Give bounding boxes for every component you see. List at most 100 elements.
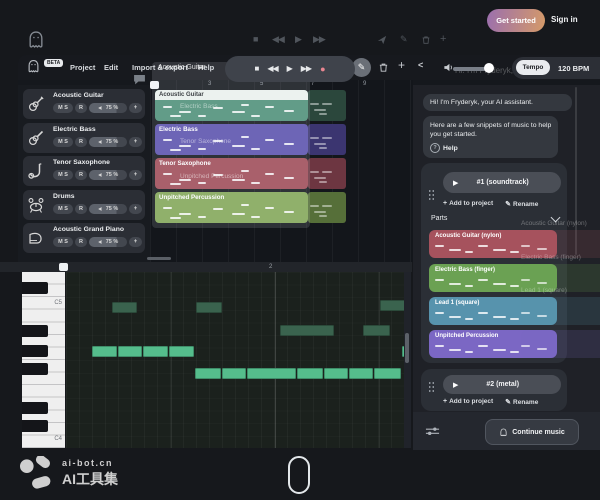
mute-solo-buttons[interactable]: M S [53,170,73,180]
midi-note[interactable] [169,346,194,357]
piano-keys[interactable]: C5C4 [22,272,65,448]
note-dash [465,285,473,287]
black-key[interactable] [22,363,48,375]
add-icon[interactable]: + [440,33,446,45]
stop-icon[interactable]: ■ [253,34,257,44]
black-key[interactable] [22,420,48,432]
midi-note[interactable] [363,325,390,336]
record-arm-button[interactable]: R [75,137,87,147]
track-options-button[interactable]: + [129,237,142,247]
timeline-hscrollbar[interactable] [147,257,171,260]
pin-icon[interactable] [377,35,387,45]
pianoroll-vscrollbar[interactable] [404,272,411,448]
rewind-icon[interactable]: ◀◀ [267,65,277,73]
track-controls: M SR75 %+ [53,103,142,113]
midi-note[interactable] [247,368,296,379]
ghost-part-clip [521,330,600,358]
share-icon[interactable]: < [418,60,423,70]
drag-handle-icon[interactable] [428,189,435,200]
midi-note[interactable] [118,346,142,357]
midi-note[interactable] [195,368,221,379]
black-key[interactable] [22,282,48,294]
pianoroll-grid[interactable] [66,272,404,448]
clip-electric-bass-continued[interactable] [308,124,346,155]
track-acoustic-guitar[interactable]: Acoustic GuitarM SR75 %+ [23,89,145,119]
mute-solo-buttons[interactable]: M S [53,137,73,147]
mute-solo-buttons[interactable]: M S [53,204,73,214]
sign-in-link[interactable]: Sign in [551,15,578,24]
midi-note[interactable] [297,368,323,379]
black-key[interactable] [22,345,48,357]
help-link[interactable]: ? Help [430,143,552,153]
record-arm-button[interactable]: R [75,237,87,247]
menu-project[interactable]: Project [70,63,95,72]
get-started-button[interactable]: Get started [487,9,545,32]
track-options-button[interactable]: + [129,103,142,113]
clip-unpitched-percussion-continued[interactable] [308,192,346,223]
ghost-part-clip [521,297,600,325]
midi-note[interactable] [222,368,246,379]
record-icon[interactable]: ● [320,65,325,74]
midi-note[interactable] [112,302,137,313]
snippet-2-play-button[interactable]: ▶ #2 (metal) [443,375,561,394]
track-options-button[interactable]: + [129,204,142,214]
midi-note[interactable] [380,300,404,311]
playhead-marker[interactable] [59,263,68,271]
midi-note[interactable] [349,368,373,379]
volume-control[interactable]: 75 % [89,137,127,147]
record-arm-button[interactable]: R [75,204,87,214]
pencil-icon[interactable]: ✎ [400,34,408,45]
fast-forward-icon[interactable]: ▶▶ [301,65,311,73]
midi-note[interactable] [196,302,222,313]
rename-button[interactable]: ✎Rename [505,398,538,406]
drag-handle-icon[interactable] [428,381,435,392]
tempo-control[interactable]: Tempo 120 BPM [512,57,600,79]
volume-control[interactable]: 75 % [89,103,127,113]
fast-forward-icon[interactable]: ▶▶ [313,34,325,45]
trash-icon[interactable] [378,62,389,73]
tempo-value[interactable]: 120 BPM [558,64,589,73]
record-arm-button[interactable]: R [75,103,87,113]
snippet-1-play-button[interactable]: ▶ #1 (soundtrack) [443,172,561,193]
ghost-icon [499,427,508,438]
mute-solo-buttons[interactable]: M S [53,237,73,247]
settings-sliders-icon[interactable] [425,425,440,437]
clip-tenor-saxophone-continued[interactable] [308,158,346,189]
scrollbar-thumb[interactable] [405,333,409,363]
midi-note[interactable] [143,346,168,357]
track-electric-bass[interactable]: Electric BassM SR75 %+ [23,123,145,153]
midi-note[interactable] [324,368,348,379]
black-key[interactable] [22,402,48,414]
note-dash [322,205,332,207]
clip-acoustic-guitar-continued[interactable] [308,90,346,121]
volume-slider-handle[interactable] [484,63,494,73]
add-to-project-button[interactable]: +Add to project [443,398,493,406]
track-drums[interactable]: DrumsM SR75 %+ [23,190,145,220]
midi-note[interactable] [92,346,117,357]
black-key[interactable] [22,325,48,337]
app-logo-ghost-icon [26,58,41,75]
midi-note[interactable] [280,325,334,336]
add-to-project-button[interactable]: +Add to project [443,200,493,208]
track-tenor-saxophone[interactable]: Tenor SaxophoneM SR75 %+ [23,156,145,186]
volume-slider[interactable] [453,67,487,71]
menu-edit[interactable]: Edit [104,63,118,72]
play-icon[interactable]: ▶ [295,34,301,45]
play-icon[interactable]: ▶ [287,65,292,73]
midi-note[interactable] [374,368,401,379]
stop-icon[interactable]: ■ [254,65,258,73]
volume-control[interactable]: 75 % [89,237,127,247]
rewind-icon[interactable]: ◀◀ [272,34,284,45]
continue-music-button[interactable]: Continue music [485,419,579,445]
add-icon[interactable]: + [398,58,405,72]
volume-control[interactable]: 75 % [89,170,127,180]
track-options-button[interactable]: + [129,137,142,147]
track-acoustic-grand-piano[interactable]: Acoustic Grand PianoM SR75 %+ [23,223,145,253]
trash-icon[interactable] [421,35,431,45]
volume-control[interactable]: 75 % [89,204,127,214]
track-options-button[interactable]: + [129,170,142,180]
rename-button[interactable]: ✎Rename [505,200,538,208]
note-dash [322,137,332,139]
mute-solo-buttons[interactable]: M S [53,103,73,113]
record-arm-button[interactable]: R [75,170,87,180]
